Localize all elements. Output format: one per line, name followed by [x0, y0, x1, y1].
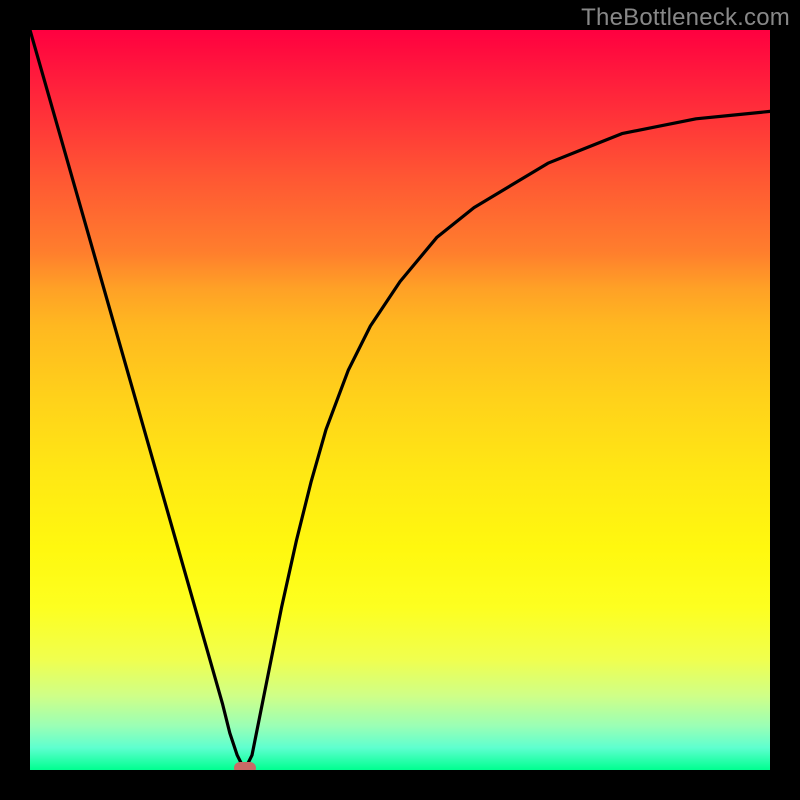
plot-area — [30, 30, 770, 770]
optimum-marker — [234, 762, 256, 770]
bottleneck-curve — [30, 30, 770, 770]
bottleneck-curve-path — [30, 30, 770, 770]
chart-frame: TheBottleneck.com — [0, 0, 800, 800]
watermark-text: TheBottleneck.com — [581, 4, 790, 32]
